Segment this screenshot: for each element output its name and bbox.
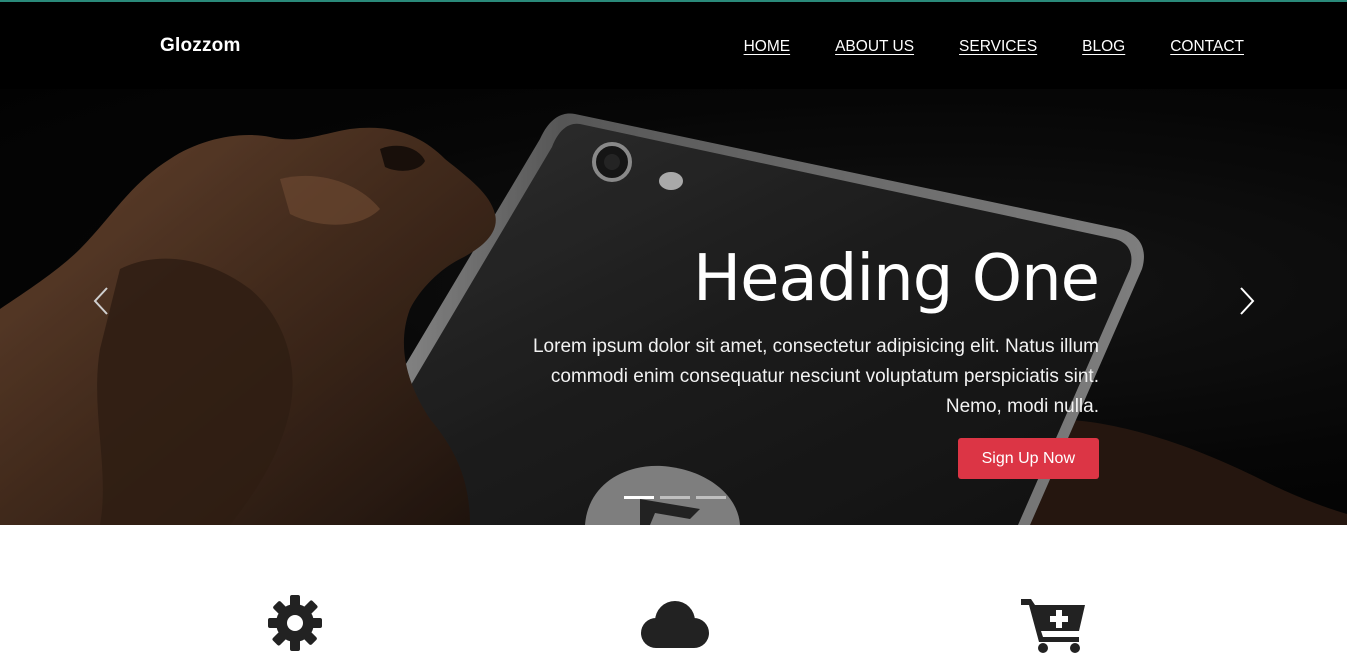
features-section	[0, 525, 1347, 657]
cloud-icon	[639, 599, 711, 656]
hero-text-line: Nemo, modi nulla.	[945, 396, 1099, 417]
hero-text-line: Lorem ipsum dolor sit amet, consectetur …	[532, 336, 1099, 357]
hero-caption: Heading One Lorem ipsum dolor sit amet, …	[459, 242, 1100, 479]
nav-link-contact[interactable]: CONTACT	[1170, 38, 1244, 56]
nav-menu: HOME ABOUT US SERVICES BLOG CONTACT	[744, 38, 1244, 56]
carousel-indicator-2[interactable]	[660, 496, 690, 499]
hero-text-line: commodi enim consequatur nesciunt volupt…	[550, 366, 1099, 387]
nav-link-about-us[interactable]: ABOUT US	[835, 38, 914, 56]
carousel-indicator-1[interactable]	[624, 496, 654, 499]
gear-icon	[268, 595, 322, 656]
nav-link-home[interactable]: HOME	[744, 38, 791, 56]
carousel-prev-arrow-icon[interactable]	[92, 286, 110, 321]
carousel-next-arrow-icon[interactable]	[1238, 286, 1256, 321]
carousel-indicators	[624, 496, 726, 499]
brand-logo[interactable]: Glozzom	[160, 35, 241, 57]
hero-heading: Heading One	[693, 242, 1100, 316]
hero-text: Lorem ipsum dolor sit amet, consectetur …	[459, 332, 1099, 422]
nav-link-services[interactable]: SERVICES	[959, 38, 1037, 56]
sign-up-button[interactable]: Sign Up Now	[957, 438, 1099, 479]
cart-plus-icon	[1021, 597, 1087, 657]
hero-carousel: Heading One Lorem ipsum dolor sit amet, …	[0, 89, 1347, 525]
nav-link-blog[interactable]: BLOG	[1082, 38, 1125, 56]
navbar: Glozzom HOME ABOUT US SERVICES BLOG CONT…	[0, 2, 1347, 89]
carousel-indicator-3[interactable]	[696, 496, 726, 499]
